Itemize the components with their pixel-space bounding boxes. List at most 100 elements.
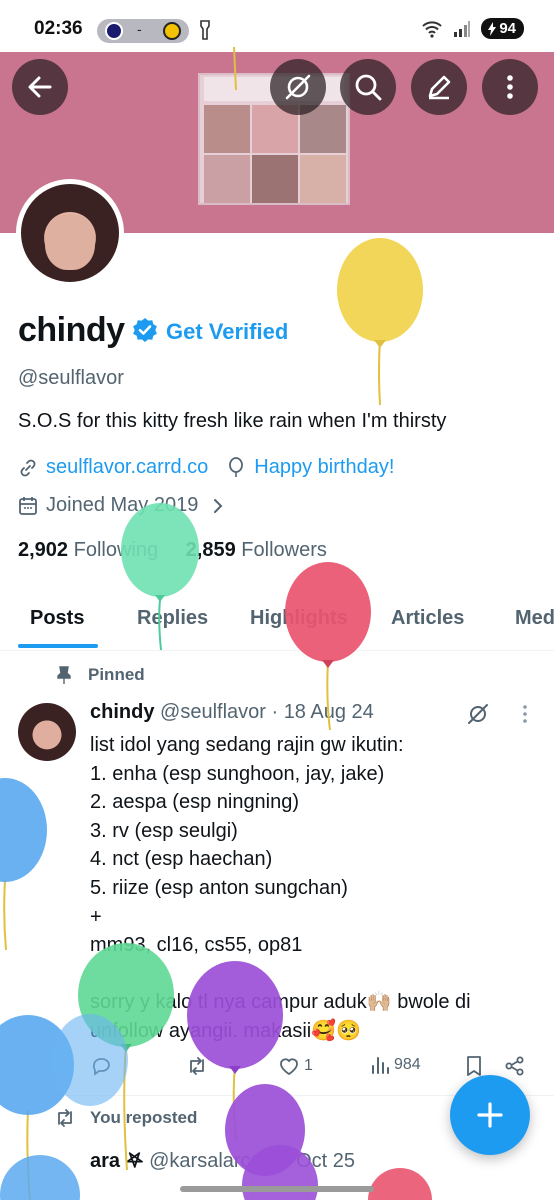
charging-icon [488,21,497,36]
emoji-app-icon [163,22,181,40]
grok-button[interactable] [270,59,326,115]
followers-link[interactable]: 2,859 Followers [186,539,327,561]
repost-icon [58,1109,72,1127]
share-button[interactable] [504,1055,526,1077]
following-label: Following [73,539,159,561]
pinned-label: Pinned [88,665,145,684]
signal-icon [454,20,471,37]
post-avatar[interactable] [18,703,76,761]
link-icon [20,459,36,476]
reply-icon [92,1058,110,1076]
battery-level: 94 [499,20,516,37]
profile-meta: seulflavor.carrd.co Happy birthday! [18,456,394,479]
post-author[interactable]: chindy [90,701,154,723]
flashlight-icon [200,20,210,40]
wifi-icon [422,20,443,38]
like-button[interactable]: 1 [278,1055,313,1077]
profile-name: chindy [18,311,125,349]
post-line: sorry y kalo tl nya campur aduk🙌🏼 bwole … [90,991,471,1014]
home-indicator[interactable] [180,1186,374,1192]
tab-posts[interactable]: Posts [30,607,84,630]
get-verified-link[interactable]: Get Verified [166,319,288,345]
balloon-blue-corner [0,1155,80,1200]
bookmark-button[interactable] [464,1055,484,1077]
collage-photo [300,155,346,203]
edit-button[interactable] [411,59,467,115]
reply-button[interactable] [90,1055,112,1077]
status-time: 02:36 [34,18,83,39]
post-line: 4. nct (esp haechan) [90,848,273,871]
grok-icon [285,74,311,100]
balloon-pink-bottom [368,1168,432,1200]
post-line: 1. enha (esp sunghoon, jay, jake) [90,762,385,785]
website-link[interactable]: seulflavor.carrd.co [46,456,208,479]
birthday-link[interactable]: Happy birthday! [254,456,394,479]
search-button[interactable] [340,59,396,115]
repost-label: You reposted [90,1108,198,1127]
grok-icon[interactable] [466,702,490,726]
like-count: 1 [304,1057,313,1074]
post-line [90,960,540,989]
calendar-icon [19,496,37,515]
joined-label: Joined May 2019 [46,494,199,516]
bookmark-icon [467,1056,481,1076]
more-vertical-icon [507,75,513,99]
post-header: chindy @seulflavor · 18 Aug 24 [90,701,374,724]
repost-icon [190,1057,204,1075]
tab-highlights[interactable]: Highlights [250,607,348,630]
post-actions: 1 984 [90,1055,534,1083]
pinned-indicator: Pinned [54,665,145,685]
profile-handle: @seulflavor [18,367,124,389]
inter-app-icon [105,22,123,40]
verified-badge-icon[interactable] [132,317,158,343]
post-handle-date: @karsalarc · 18 Oct 25 [149,1150,356,1172]
pin-icon [57,666,71,684]
pill-separator: - [137,21,142,37]
follow-counts: 2,902 Following 2,859 Followers [18,539,327,562]
plus-icon [477,1102,503,1128]
tab-media[interactable]: Media [515,607,554,630]
repost-indicator: You reposted [54,1108,197,1128]
post-text: list idol yang sedang rajin gw ikutin: 1… [90,731,540,1046]
joined-date: Joined May 2019 [18,494,224,517]
post-header: ara 𖤐 @karsalarc · 18 Oct 25 [90,1146,355,1173]
post-line: list idol yang sedang rajin gw ikutin: [90,734,404,756]
arrow-left-icon [28,76,52,98]
notification-pill: - [97,19,189,43]
status-bar: 02:36 - 94 [0,0,554,52]
followers-count: 2,859 [185,539,236,561]
search-icon [355,74,382,101]
share-icon [505,1056,524,1076]
profile-avatar[interactable] [16,179,124,287]
status-right: 94 [421,18,524,39]
post-handle-date: @seulflavor · 18 Aug 24 [160,701,374,723]
profile-bio: S.O.S for this kitty fresh like rain whe… [18,410,447,432]
edit-icon [428,75,451,100]
more-vertical-icon[interactable] [518,702,532,726]
battery-indicator: 94 [481,18,524,39]
post-line: mm93, cl16, cs55, op81 [90,934,303,957]
views-button[interactable]: 984 [370,1055,421,1075]
tab-replies[interactable]: Replies [137,607,208,630]
balloon-purple-bottom [225,1084,318,1200]
post-author[interactable]: ara 𖤐 [90,1150,144,1172]
more-button[interactable] [482,59,538,115]
collage-photo [204,155,250,203]
post-line: + [90,905,102,928]
following-count: 2,902 [18,539,69,561]
back-button[interactable] [12,59,68,115]
balloon-yellow [337,238,423,406]
compose-fab[interactable] [450,1075,530,1155]
profile-tabs: Posts Replies Highlights Articles Media [0,591,554,651]
post-line: 5. riize (esp anton sungchan) [90,876,348,899]
chevron-right-icon[interactable] [212,498,224,514]
followers-label: Followers [241,539,327,561]
tab-articles[interactable]: Articles [391,607,464,630]
balloon-blue-left [0,778,47,951]
post-line: 3. rv (esp seulgi) [90,819,238,842]
balloon-icon [229,456,244,477]
repost-button[interactable] [186,1055,208,1077]
post-line: unfollow ayangii. makasii🥰🥺 [90,1019,362,1042]
following-link[interactable]: 2,902 Following [18,539,158,561]
post-line: 2. aespa (esp ningning) [90,791,300,814]
